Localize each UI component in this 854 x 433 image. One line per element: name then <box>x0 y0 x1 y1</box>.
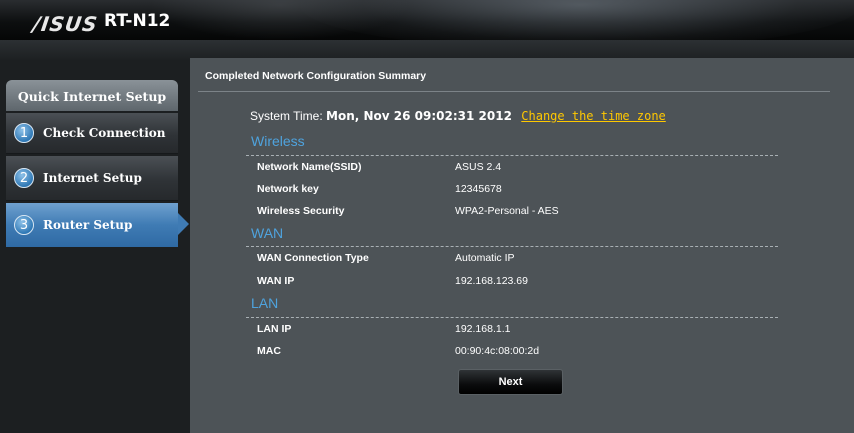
step-3-label: Router Setup <box>43 218 133 232</box>
ssid-label: Network Name(SSID) <box>257 161 362 173</box>
step-1-number-icon: 1 <box>14 123 34 143</box>
mac-value: 00:90:4c:08:00:2d <box>455 345 540 357</box>
top-banner: /ISUS RT-N12 <box>0 0 854 40</box>
wireless-heading: Wireless <box>251 133 305 149</box>
step-1-label: Check Connection <box>43 126 166 140</box>
step-internet-setup[interactable]: 2 Internet Setup <box>6 156 178 201</box>
active-step-arrow-icon <box>178 213 189 235</box>
wan-ip-label: WAN IP <box>257 275 295 287</box>
lan-divider <box>246 317 778 318</box>
system-time: System Time: Mon, Nov 26 09:02:31 2012 C… <box>250 109 666 123</box>
lan-heading: LAN <box>251 295 279 311</box>
asus-logo: /ISUS <box>31 12 100 36</box>
change-timezone-link[interactable]: Change the time zone <box>521 109 666 123</box>
banner-glow-right <box>300 0 854 40</box>
system-time-label: System Time: <box>250 109 323 123</box>
step-2-number-icon: 2 <box>14 168 34 188</box>
mac-label: MAC <box>257 345 281 357</box>
step-3-number-icon: 3 <box>14 215 34 235</box>
network-key-value: 12345678 <box>455 183 502 195</box>
wireless-security-label: Wireless Security <box>257 205 345 217</box>
step-check-connection[interactable]: 1 Check Connection <box>6 113 178 154</box>
sidebar-title: Quick Internet Setup <box>6 80 178 111</box>
router-model: RT-N12 <box>104 11 171 31</box>
title-divider <box>198 91 830 92</box>
lan-ip-value: 192.168.1.1 <box>455 323 511 335</box>
step-router-setup[interactable]: 3 Router Setup <box>6 203 189 247</box>
network-key-label: Network key <box>257 183 319 195</box>
wireless-divider <box>246 155 778 156</box>
wireless-security-value: WPA2-Personal - AES <box>455 205 559 217</box>
wan-type-label: WAN Connection Type <box>257 252 369 264</box>
next-button[interactable]: Next <box>458 369 563 395</box>
wan-type-value: Automatic IP <box>455 252 515 264</box>
step-2-label: Internet Setup <box>43 171 142 185</box>
ssid-value: ASUS 2.4 <box>455 161 502 173</box>
panel-title: Completed Network Configuration Summary <box>205 70 427 82</box>
wan-heading: WAN <box>251 225 284 241</box>
quick-setup-sidebar: Quick Internet Setup 1 Check Connection … <box>6 80 189 247</box>
header-strip <box>0 40 854 60</box>
summary-panel: Completed Network Configuration Summary … <box>190 58 854 433</box>
wan-ip-value: 192.168.123.69 <box>455 275 528 287</box>
wan-divider <box>246 246 778 247</box>
system-time-value: Mon, Nov 26 09:02:31 2012 <box>326 109 512 123</box>
lan-ip-label: LAN IP <box>257 323 292 335</box>
